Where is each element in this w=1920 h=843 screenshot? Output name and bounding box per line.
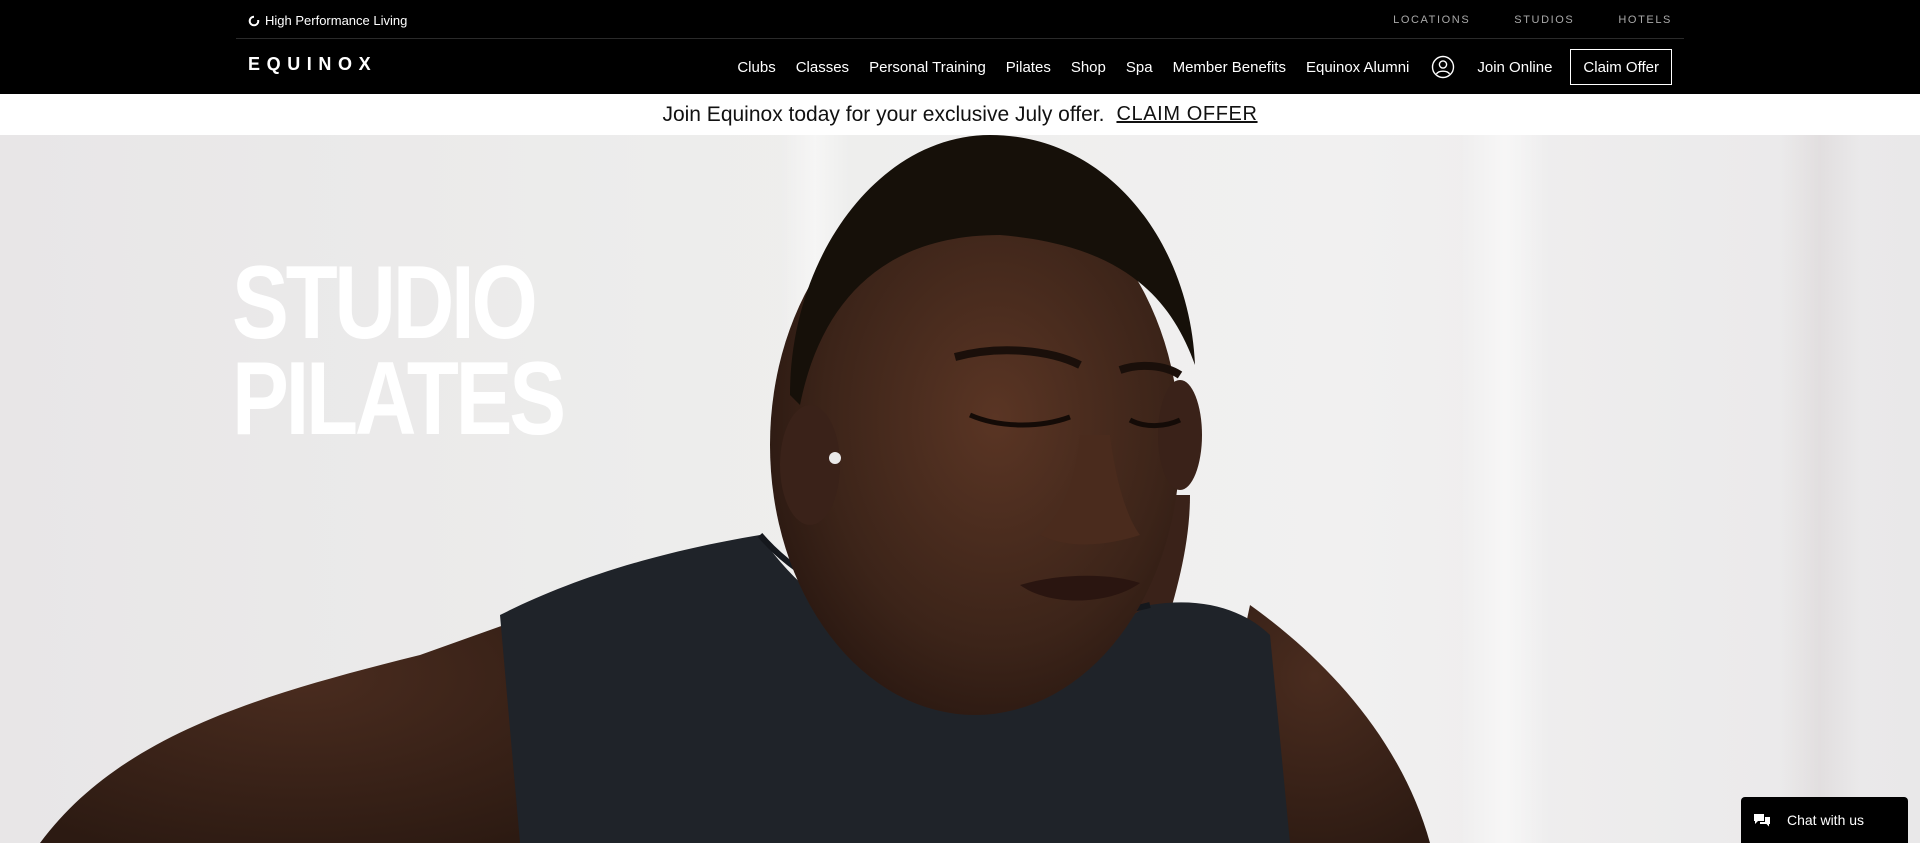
- claim-offer-button[interactable]: Claim Offer: [1570, 49, 1672, 85]
- nav-personal-training[interactable]: Personal Training: [869, 59, 986, 76]
- nav-classes[interactable]: Classes: [796, 59, 849, 76]
- join-online-link[interactable]: Join Online: [1477, 59, 1552, 76]
- nav-clubs[interactable]: Clubs: [737, 59, 775, 76]
- promo-banner: Join Equinox today for your exclusive Ju…: [0, 94, 1920, 135]
- nav-equinox-alumni[interactable]: Equinox Alumni: [1306, 59, 1409, 76]
- nav-items: Clubs Classes Personal Training Pilates …: [737, 49, 1672, 85]
- nav-spa[interactable]: Spa: [1126, 59, 1153, 76]
- utility-links: LOCATIONS STUDIOS HOTELS: [1393, 14, 1672, 26]
- hero-section: STUDIO PILATES: [0, 135, 1920, 843]
- utility-bar: High Performance Living LOCATIONS STUDIO…: [236, 0, 1684, 39]
- nav-pilates[interactable]: Pilates: [1006, 59, 1051, 76]
- user-circle-icon[interactable]: [1431, 55, 1455, 79]
- tagline: High Performance Living: [265, 12, 408, 28]
- high-performance-living-link[interactable]: High Performance Living: [248, 12, 407, 28]
- nav-member-benefits[interactable]: Member Benefits: [1173, 59, 1286, 76]
- chat-bubbles-icon: [1753, 812, 1771, 828]
- promo-text: Join Equinox today for your exclusive Ju…: [662, 102, 1105, 126]
- nav-shop[interactable]: Shop: [1071, 59, 1106, 76]
- promo-claim-offer-link[interactable]: CLAIM OFFER: [1116, 103, 1257, 126]
- locations-link[interactable]: LOCATIONS: [1393, 14, 1470, 26]
- chat-label: Chat with us: [1787, 812, 1865, 828]
- equinox-logo[interactable]: EQUINOX: [248, 54, 377, 78]
- hotels-link[interactable]: HOTELS: [1618, 14, 1672, 26]
- main-nav: EQUINOX Clubs Classes Personal Training …: [236, 40, 1684, 94]
- hero-title: STUDIO PILATES: [232, 245, 566, 457]
- circle-logo-icon: [248, 14, 260, 27]
- hero-title-line-2: PILATES: [232, 341, 566, 457]
- hero-person-image: [40, 135, 1430, 843]
- hero-title-line-1: STUDIO: [232, 245, 538, 361]
- chat-button[interactable]: Chat with us: [1741, 797, 1908, 843]
- studios-link[interactable]: STUDIOS: [1514, 14, 1574, 26]
